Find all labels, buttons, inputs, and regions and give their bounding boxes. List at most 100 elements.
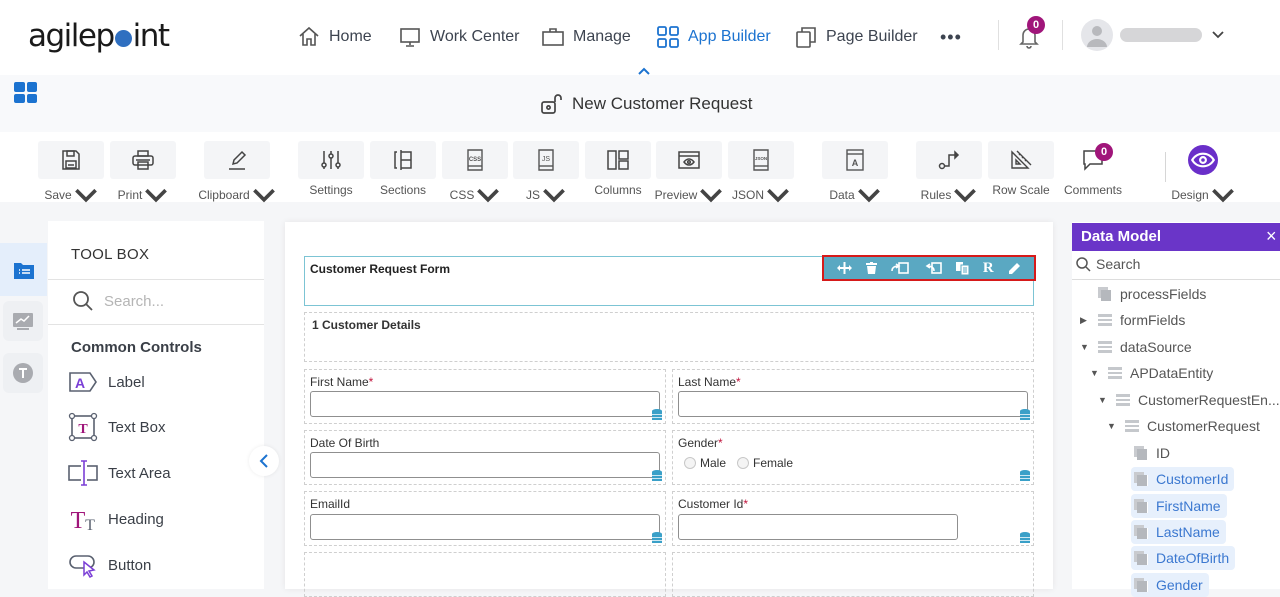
svg-text:A: A <box>852 158 859 168</box>
field-container-gender[interactable] <box>672 430 1034 485</box>
folder-list-icon <box>13 262 34 279</box>
js-button[interactable]: JS JS <box>513 141 579 207</box>
tree-item-id[interactable]: ID <box>1134 441 1170 465</box>
clipboard-button[interactable]: Clipboard <box>198 141 275 207</box>
empty-cell[interactable] <box>672 552 1034 597</box>
avatar[interactable] <box>1081 19 1113 51</box>
comments-button[interactable]: Comments <box>1060 141 1126 197</box>
edit-icon[interactable] <box>1008 262 1021 275</box>
database-icon[interactable] <box>1020 470 1030 482</box>
tree-item-dateofbirth[interactable]: DateOfBirth <box>1131 546 1236 570</box>
toolbox-item-text-area[interactable]: Text Area <box>68 458 171 488</box>
svg-text:A: A <box>75 375 85 391</box>
css-button[interactable]: CSS CSS <box>442 141 508 207</box>
customer-id-label: Customer Id* <box>678 497 749 511</box>
radio-circle[interactable] <box>684 457 696 469</box>
nav-manage[interactable]: Manage <box>541 24 631 50</box>
collapse-triangle-icon[interactable]: ▼ <box>1098 395 1108 405</box>
table-icon <box>1125 420 1139 432</box>
move-icon[interactable] <box>837 262 853 274</box>
nav-app-builder[interactable]: App Builder <box>656 24 771 50</box>
database-icon[interactable] <box>652 532 662 544</box>
tree-item-customerrequest[interactable]: ▼ CustomerRequest <box>1107 414 1260 438</box>
toolbox-item-button[interactable]: Button <box>68 550 151 580</box>
collapse-triangle-icon[interactable]: ▼ <box>1090 368 1100 378</box>
more-menu-button[interactable]: ••• <box>940 24 962 50</box>
move-in-icon[interactable] <box>891 262 910 274</box>
tree-item-firstname[interactable]: FirstName <box>1131 494 1227 518</box>
radio-circle[interactable] <box>737 457 749 469</box>
data-model-search-input[interactable]: Search <box>1076 256 1140 272</box>
notification-count-badge: 0 <box>1027 16 1045 34</box>
row-scale-button[interactable]: Row Scale <box>988 141 1054 197</box>
svg-text:CSS: CSS <box>469 157 481 163</box>
date-of-birth-input[interactable] <box>310 452 660 478</box>
nav-home[interactable]: Home <box>297 24 372 50</box>
copy-icon[interactable] <box>955 261 969 275</box>
settings-button[interactable]: Settings <box>298 141 364 197</box>
collapse-triangle-icon[interactable]: ▼ <box>1107 421 1117 431</box>
tree-item-lastname[interactable]: LastName <box>1131 520 1226 544</box>
toolbox-search-input[interactable]: Search... <box>72 290 164 312</box>
tree-item-formfields[interactable]: ▶ formFields <box>1080 308 1185 332</box>
database-icon[interactable] <box>652 470 662 482</box>
data-button[interactable]: A Data <box>822 141 888 207</box>
sections-icon <box>394 150 412 170</box>
gender-radio-female[interactable]: Female <box>737 456 793 470</box>
collapse-triangle-icon[interactable]: ▼ <box>1080 342 1090 352</box>
apps-menu-icon[interactable] <box>14 82 37 103</box>
nav-divider <box>1062 20 1063 50</box>
empty-cell[interactable] <box>304 552 666 597</box>
email-input[interactable] <box>310 514 660 540</box>
nav-page-builder[interactable]: Page Builder <box>794 24 918 50</box>
button-cursor-icon <box>69 555 96 578</box>
json-button[interactable]: JSON JSON <box>728 141 794 207</box>
toolbox-title: TOOL BOX <box>71 246 150 263</box>
preview-button[interactable]: Preview <box>655 141 723 207</box>
database-icon[interactable] <box>1020 409 1030 421</box>
nav-work-center[interactable]: Work Center <box>398 24 520 50</box>
field-icon <box>1134 499 1148 513</box>
field-icon <box>1134 446 1148 460</box>
rules-button[interactable]: Rules <box>916 141 982 207</box>
tree-item-customerid[interactable]: CustomerId <box>1131 467 1235 491</box>
svg-text:T: T <box>71 508 86 534</box>
field-icon <box>1134 551 1148 565</box>
sliders-icon <box>321 151 341 169</box>
tree-item-customerrequestentity[interactable]: ▼ CustomerRequestEn... <box>1098 388 1280 412</box>
save-button[interactable]: Save <box>38 141 104 207</box>
toolbox-item-label[interactable]: A Label <box>68 367 145 397</box>
rail-toolbox-button[interactable] <box>0 243 47 296</box>
gender-radio-male[interactable]: Male <box>684 456 726 470</box>
rules-r-icon[interactable]: R <box>983 260 994 277</box>
toolbox-item-heading[interactable]: TT Heading <box>68 504 164 534</box>
tree-item-gender[interactable]: Gender <box>1131 573 1209 597</box>
toolbox-item-text-box[interactable]: T Text Box <box>68 412 166 442</box>
database-icon[interactable] <box>1020 532 1030 544</box>
columns-button[interactable]: Columns <box>585 141 651 197</box>
tree-item-apdataentity[interactable]: ▼ APDataEntity <box>1090 361 1213 385</box>
user-menu-chevron[interactable] <box>1211 27 1225 45</box>
more-icon: ••• <box>940 26 962 47</box>
collapse-toolbox-button[interactable] <box>249 446 279 476</box>
rail-analytics-button[interactable] <box>3 301 43 341</box>
tree-item-datasource[interactable]: ▼ dataSource <box>1080 335 1192 359</box>
rail-theme-button[interactable] <box>3 353 43 393</box>
close-icon[interactable]: × <box>1266 226 1277 247</box>
customer-id-input[interactable] <box>678 514 958 540</box>
delete-icon[interactable] <box>866 262 878 274</box>
design-button[interactable]: Design <box>1170 141 1236 207</box>
email-label: EmailId <box>310 497 351 511</box>
first-name-input[interactable] <box>310 391 660 417</box>
sections-button[interactable]: Sections <box>370 141 436 197</box>
print-button[interactable]: Print <box>110 141 176 207</box>
tree-item-processfields[interactable]: processFields <box>1080 282 1206 306</box>
expand-triangle-icon[interactable]: ▶ <box>1080 315 1090 326</box>
agilepoint-logo[interactable]: agilep int <box>28 18 170 54</box>
move-out-icon[interactable] <box>924 262 942 274</box>
database-icon[interactable] <box>652 409 662 421</box>
last-name-input[interactable] <box>678 391 1028 417</box>
save-icon <box>62 150 80 170</box>
field-icon <box>1134 525 1148 539</box>
common-controls-heading: Common Controls <box>71 339 202 356</box>
